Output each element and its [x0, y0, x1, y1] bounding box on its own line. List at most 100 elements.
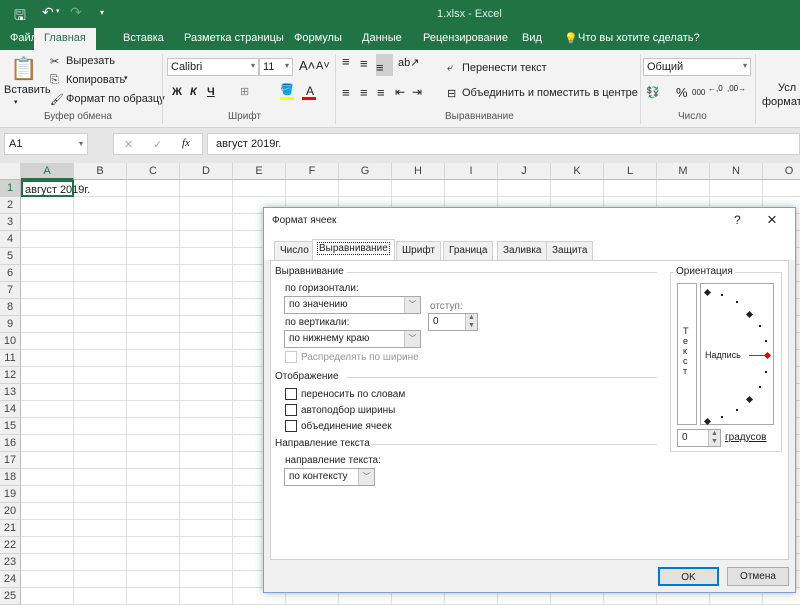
help-button[interactable]: ?	[734, 213, 741, 227]
row-header-14[interactable]: 14	[0, 401, 21, 418]
cell-D12[interactable]	[180, 367, 233, 384]
cell-C1[interactable]	[127, 180, 180, 197]
cell-D15[interactable]	[180, 418, 233, 435]
cell-C5[interactable]	[127, 248, 180, 265]
row-header-24[interactable]: 24	[0, 571, 21, 588]
cell-D9[interactable]	[180, 316, 233, 333]
orientation-icon[interactable]: ab↗	[398, 56, 419, 69]
currency-icon[interactable]: 💱	[646, 86, 660, 99]
cell-B16[interactable]	[74, 435, 127, 452]
row-header-25[interactable]: 25	[0, 588, 21, 605]
text-direction-select[interactable]: по контексту ﹀	[284, 468, 375, 486]
tab-alignment[interactable]: Выравнивание	[312, 239, 395, 261]
cell-A2[interactable]	[21, 197, 74, 214]
insert-function-button[interactable]: fx	[182, 137, 190, 149]
row-header-1[interactable]: 1	[0, 180, 21, 197]
cell-C25[interactable]	[127, 588, 180, 605]
wrap-text-button[interactable]: Перенести текст	[462, 62, 547, 74]
cell-D22[interactable]	[180, 537, 233, 554]
row-header-23[interactable]: 23	[0, 554, 21, 571]
tab-review[interactable]: Рецензирование	[423, 32, 508, 44]
column-header-B[interactable]: B	[74, 163, 127, 180]
align-center-icon[interactable]: ≡	[360, 85, 368, 100]
cell-A9[interactable]	[21, 316, 74, 333]
number-format-select[interactable]: Общий ▾	[643, 58, 751, 76]
cell-C2[interactable]	[127, 197, 180, 214]
copy-button[interactable]: Копировать	[66, 74, 125, 86]
vertical-text-button[interactable]: Текст	[677, 283, 697, 425]
cell-A20[interactable]	[21, 503, 74, 520]
paste-dropdown-icon[interactable]: ▾	[14, 98, 18, 106]
format-painter-icon[interactable]: 🖌	[50, 93, 64, 106]
cell-A19[interactable]	[21, 486, 74, 503]
thousands-button[interactable]: 000	[692, 88, 705, 97]
cell-B4[interactable]	[74, 231, 127, 248]
cell-C14[interactable]	[127, 401, 180, 418]
cell-G1[interactable]	[339, 180, 392, 197]
cell-C15[interactable]	[127, 418, 180, 435]
cell-A11[interactable]	[21, 350, 74, 367]
bold-button[interactable]: Ж	[172, 86, 182, 98]
cell-D18[interactable]	[180, 469, 233, 486]
cell-B9[interactable]	[74, 316, 127, 333]
percent-button[interactable]: %	[676, 85, 688, 100]
cell-D25[interactable]	[180, 588, 233, 605]
cell-A17[interactable]	[21, 452, 74, 469]
column-header-L[interactable]: L	[604, 163, 657, 180]
cell-B7[interactable]	[74, 282, 127, 299]
cell-C16[interactable]	[127, 435, 180, 452]
copy-icon[interactable]: ⎘	[50, 74, 59, 87]
row-header-17[interactable]: 17	[0, 452, 21, 469]
cell-D24[interactable]	[180, 571, 233, 588]
cell-B13[interactable]	[74, 384, 127, 401]
row-header-4[interactable]: 4	[0, 231, 21, 248]
tab-home[interactable]: Главная	[34, 28, 96, 50]
cell-A5[interactable]	[21, 248, 74, 265]
cell-I1[interactable]	[445, 180, 498, 197]
conditional-formatting-button[interactable]: Усл	[778, 82, 796, 94]
tab-protection[interactable]: Защита	[546, 241, 594, 260]
row-header-20[interactable]: 20	[0, 503, 21, 520]
italic-button[interactable]: К	[190, 86, 197, 98]
cell-A10[interactable]	[21, 333, 74, 350]
cell-B8[interactable]	[74, 299, 127, 316]
cell-D17[interactable]	[180, 452, 233, 469]
column-header-N[interactable]: N	[710, 163, 763, 180]
cell-H1[interactable]	[392, 180, 445, 197]
vertical-align-select[interactable]: по нижнему краю ﹀	[284, 330, 421, 348]
cell-B15[interactable]	[74, 418, 127, 435]
undo-icon[interactable]: ↶	[42, 4, 54, 21]
column-header-K[interactable]: K	[551, 163, 604, 180]
cell-C13[interactable]	[127, 384, 180, 401]
cell-B6[interactable]	[74, 265, 127, 282]
row-header-13[interactable]: 13	[0, 384, 21, 401]
cell-C3[interactable]	[127, 214, 180, 231]
row-header-10[interactable]: 10	[0, 333, 21, 350]
cell-B20[interactable]	[74, 503, 127, 520]
tab-file[interactable]: Файл	[10, 32, 37, 44]
align-left-icon[interactable]: ≡	[342, 85, 350, 100]
cell-D14[interactable]	[180, 401, 233, 418]
orientation-dial[interactable]: Надпись	[700, 283, 774, 426]
cell-A14[interactable]	[21, 401, 74, 418]
customize-icon[interactable]: ▾	[100, 8, 104, 17]
cell-C20[interactable]	[127, 503, 180, 520]
font-color-icon[interactable]: A	[306, 84, 314, 98]
select-all-corner[interactable]	[0, 163, 21, 180]
cell-B3[interactable]	[74, 214, 127, 231]
tab-insert[interactable]: Вставка	[123, 32, 164, 44]
close-button[interactable]: ×	[767, 210, 777, 230]
cell-D11[interactable]	[180, 350, 233, 367]
cell-B2[interactable]	[74, 197, 127, 214]
row-header-22[interactable]: 22	[0, 537, 21, 554]
tab-formulas[interactable]: Формулы	[294, 32, 342, 44]
column-header-I[interactable]: I	[445, 163, 498, 180]
increase-indent-icon[interactable]: ⇥	[412, 85, 422, 99]
increase-font-size-icon[interactable]: A˄	[299, 58, 315, 73]
tab-page-layout[interactable]: Разметка страницы	[184, 32, 284, 44]
cell-A12[interactable]	[21, 367, 74, 384]
cell-C17[interactable]	[127, 452, 180, 469]
formula-input[interactable]: август 2019г.	[207, 133, 800, 155]
paste-button[interactable]: Вставить	[4, 84, 51, 96]
column-header-F[interactable]: F	[286, 163, 339, 180]
